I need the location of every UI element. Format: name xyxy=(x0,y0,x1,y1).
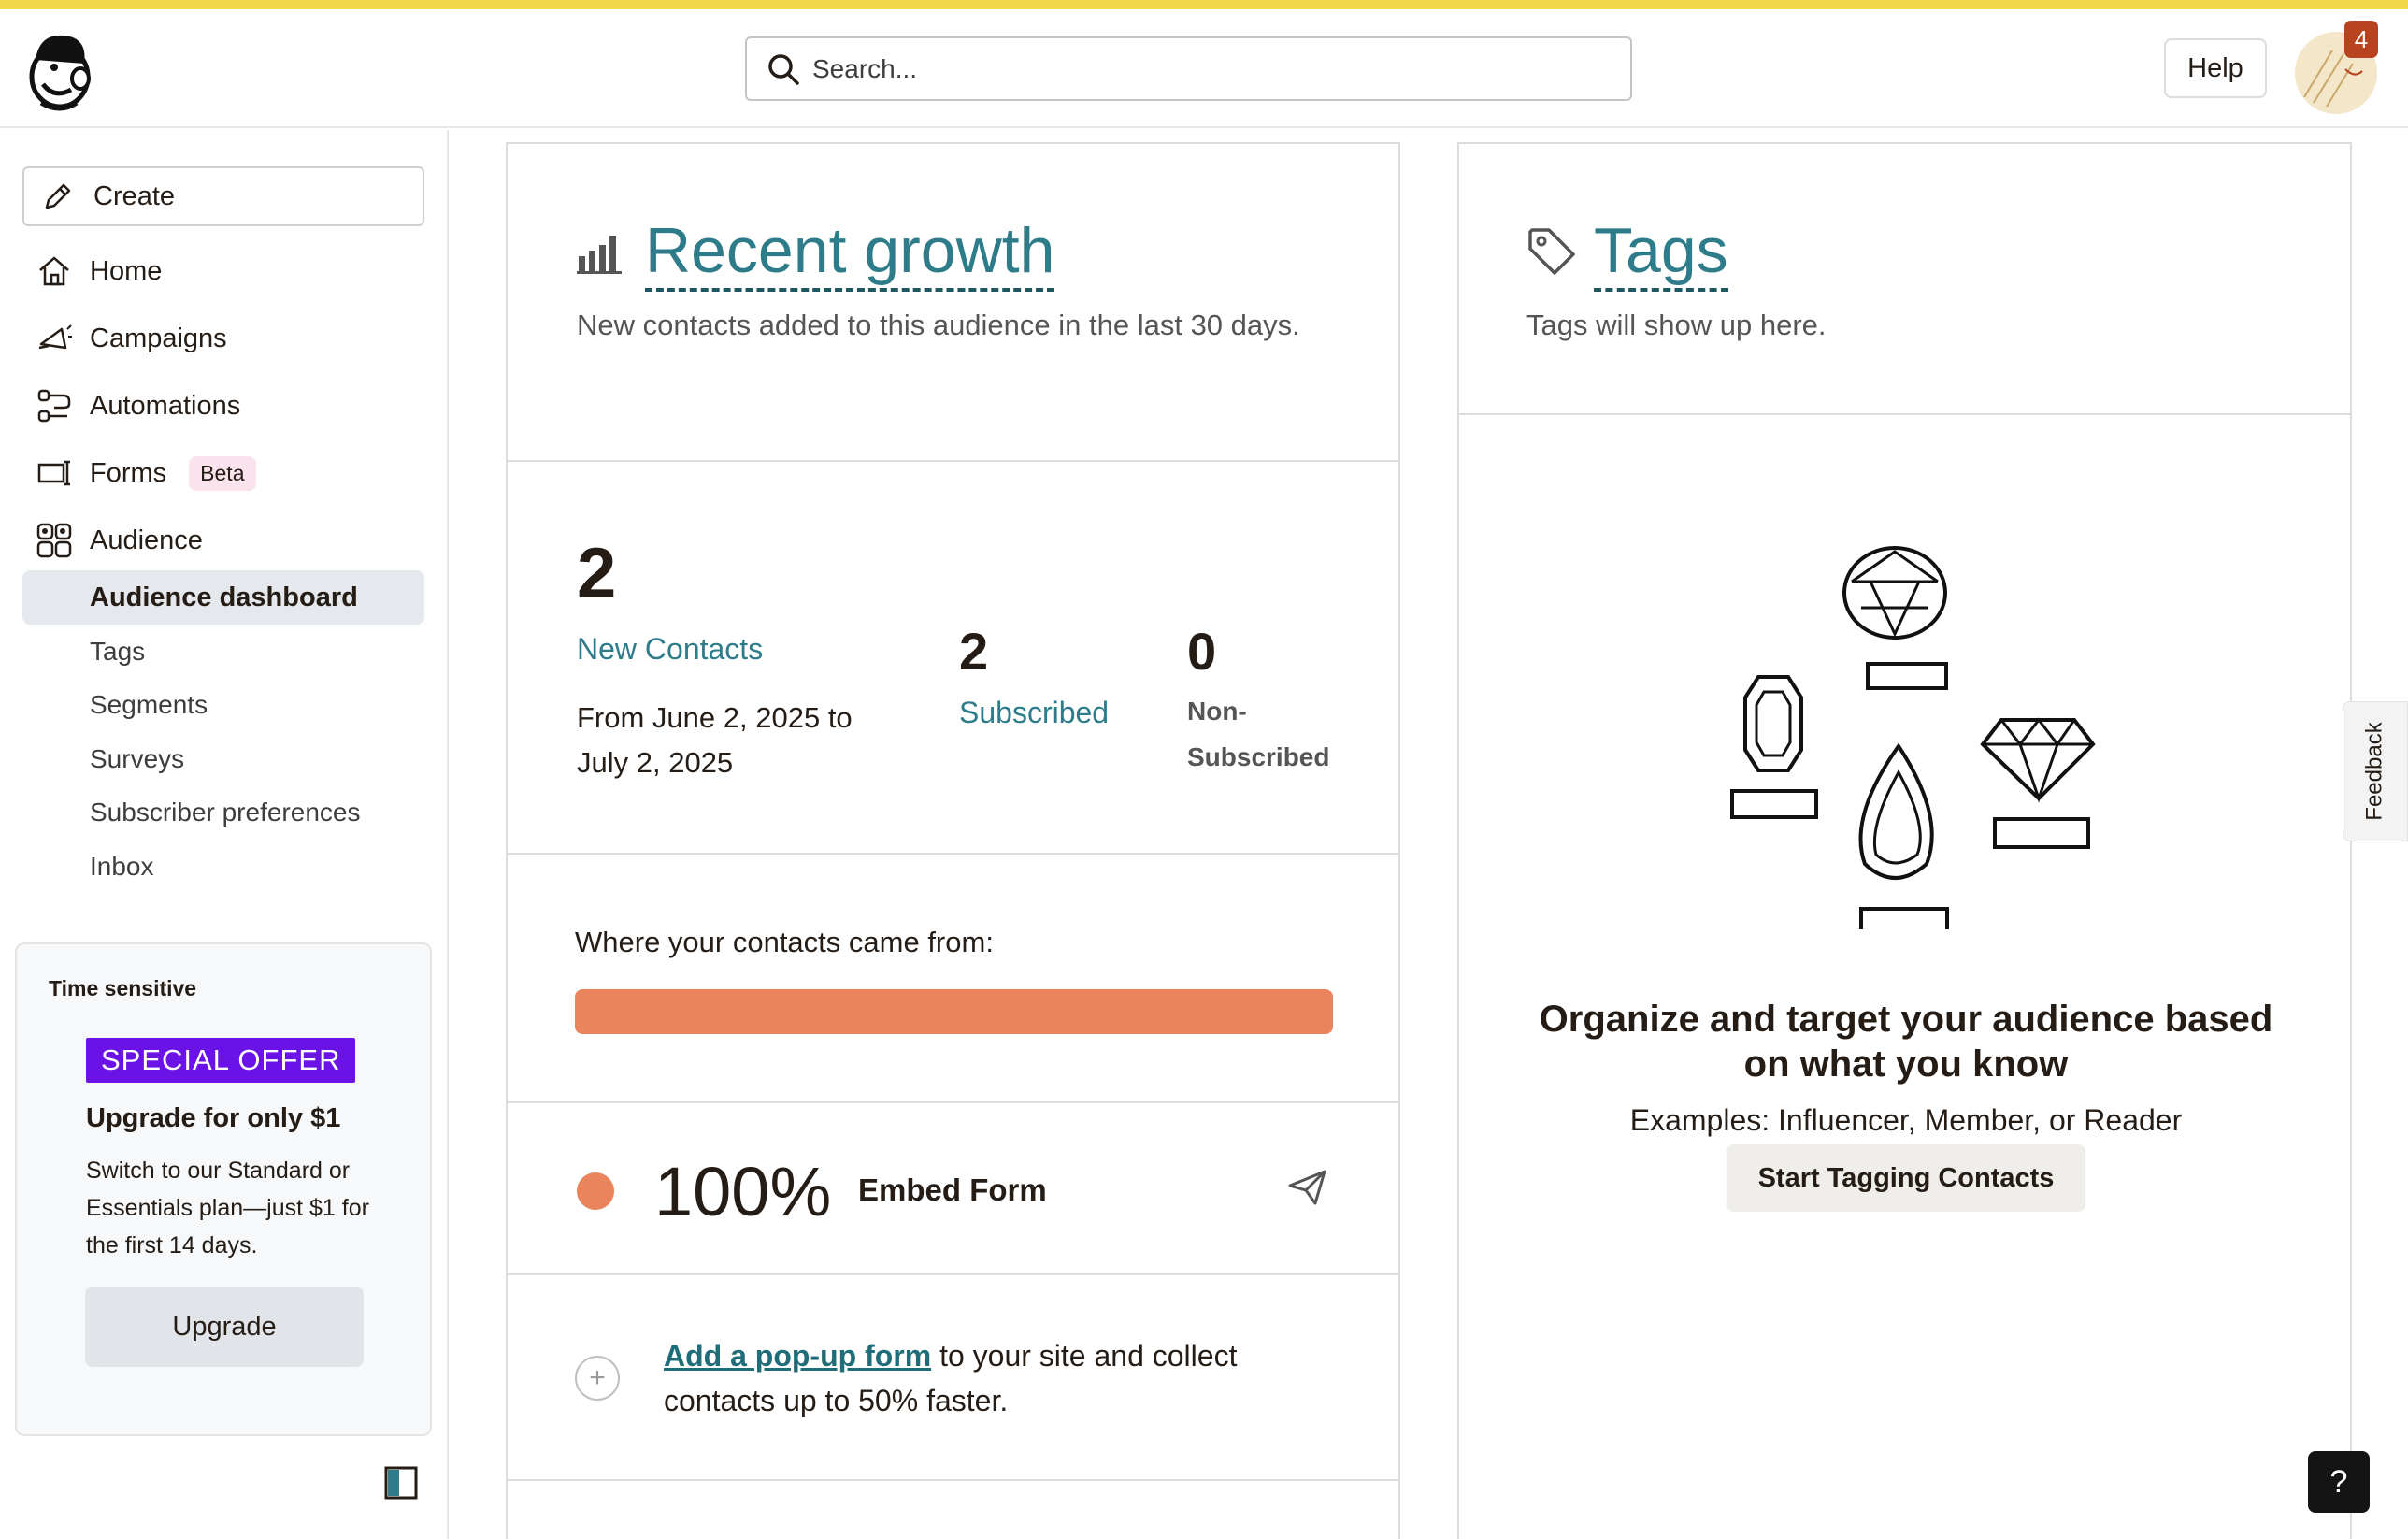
tags-subtitle: Tags will show up here. xyxy=(1526,309,1827,341)
sidebar-subitem-tags[interactable]: Tags xyxy=(90,628,145,675)
tag-icon xyxy=(1528,228,1575,275)
recent-growth-card: Recent growth New contacts added to this… xyxy=(506,142,1400,1539)
help-fab-button[interactable]: ? xyxy=(2308,1451,2370,1513)
beta-badge: Beta xyxy=(189,455,256,491)
top-accent-line xyxy=(0,0,2408,9)
send-icon[interactable] xyxy=(1287,1169,1328,1206)
create-button[interactable]: Create xyxy=(22,166,424,226)
tags-empty-heading: Organize and target your audience based … xyxy=(1539,999,2273,1085)
recent-growth-subtitle: New contacts added to this audience in t… xyxy=(577,309,1300,341)
offer-headline: Upgrade for only $1 xyxy=(86,1103,341,1133)
contact-source-bar xyxy=(575,989,1333,1034)
date-range: From June 2, 2025 to July 2, 2025 xyxy=(577,701,853,779)
sidebar-subitem-audience-dashboard[interactable]: Audience dashboard xyxy=(22,570,424,625)
sidebar-item-campaigns[interactable]: Campaigns xyxy=(36,312,428,365)
new-contacts-label[interactable]: New Contacts xyxy=(577,632,763,667)
bar-chart-icon xyxy=(577,236,622,274)
divider xyxy=(1459,413,2350,415)
search-icon xyxy=(768,53,799,85)
add-popup-form-link[interactable]: Add a pop-up form xyxy=(664,1339,931,1373)
forms-icon xyxy=(37,460,70,486)
source-percent: 100% xyxy=(654,1153,832,1230)
nonsubscribed-count: 0 xyxy=(1187,622,1217,681)
sidebar-subitem-segments[interactable]: Segments xyxy=(90,682,208,728)
mailchimp-logo-icon[interactable] xyxy=(22,30,97,112)
divider xyxy=(508,853,1398,855)
tags-title[interactable]: Tags xyxy=(1594,215,1728,292)
notification-badge[interactable]: 4 xyxy=(2344,21,2378,58)
sidebar-item-label: Forms xyxy=(90,457,167,488)
sidebar: Create Home Campaigns Automations Forms … xyxy=(0,130,449,1539)
contact-sources-label: Where your contacts came from: xyxy=(575,926,994,958)
sidebar-item-audience[interactable]: Audience xyxy=(36,514,428,567)
sidebar-item-label: Audience xyxy=(90,525,203,555)
search-input[interactable] xyxy=(812,53,1616,84)
subscribed-count: 2 xyxy=(959,622,989,681)
sidebar-subitem-subscriber-preferences[interactable]: Subscriber preferences xyxy=(90,789,360,836)
special-offer-badge: SPECIAL OFFER xyxy=(86,1038,356,1083)
subscribed-label[interactable]: Subscribed xyxy=(959,696,1109,730)
sidebar-item-label: Campaigns xyxy=(90,323,227,353)
sidebar-subitem-inbox[interactable]: Inbox xyxy=(90,843,154,890)
divider xyxy=(508,1273,1398,1275)
source-color-dot xyxy=(577,1172,614,1210)
special-offer-panel: Time sensitive SPECIAL OFFER Upgrade for… xyxy=(15,942,432,1436)
gems-illustration-icon xyxy=(1730,546,2096,929)
divider xyxy=(508,1101,1398,1103)
feedback-tab[interactable]: Feedback xyxy=(2343,701,2408,841)
help-button[interactable]: Help xyxy=(2164,38,2267,98)
source-name: Embed Form xyxy=(858,1172,1047,1207)
audience-icon xyxy=(36,523,72,558)
collapse-sidebar-icon[interactable] xyxy=(384,1466,418,1500)
sidebar-item-label: Home xyxy=(90,255,163,286)
sidebar-item-forms[interactable]: Forms Beta xyxy=(36,447,428,499)
contact-source-bar-fill xyxy=(575,989,1333,1034)
home-icon xyxy=(39,256,69,286)
automations-icon xyxy=(37,389,71,423)
search-box[interactable] xyxy=(745,36,1632,101)
page: Help 4 Create Home xyxy=(0,0,2408,1539)
recent-growth-title[interactable]: Recent growth xyxy=(645,215,1055,292)
megaphone-icon xyxy=(38,324,72,350)
sidebar-item-automations[interactable]: Automations xyxy=(36,380,428,432)
nonsubscribed-label: Non-Subscribed xyxy=(1187,697,1330,771)
sidebar-item-label: Automations xyxy=(90,390,241,421)
new-contacts-count: 2 xyxy=(577,534,617,613)
tags-card: Tags Tags will show up here. Organize an… xyxy=(1457,142,2352,1539)
sidebar-subitem-surveys[interactable]: Surveys xyxy=(90,736,184,783)
popup-form-tip: Add a pop-up form to your site and colle… xyxy=(664,1333,1337,1423)
sidebar-item-home[interactable]: Home xyxy=(36,245,428,297)
upgrade-button[interactable]: Upgrade xyxy=(85,1287,364,1367)
add-icon[interactable]: + xyxy=(575,1356,620,1401)
time-sensitive-label: Time sensitive xyxy=(49,976,197,1000)
top-bar: Help 4 xyxy=(0,9,2408,128)
offer-description: Switch to our Standard or Essentials pla… xyxy=(86,1158,369,1259)
feedback-label: Feedback xyxy=(2362,722,2387,821)
start-tagging-contacts-button[interactable]: Start Tagging Contacts xyxy=(1727,1144,2086,1212)
divider xyxy=(508,1479,1398,1481)
create-label: Create xyxy=(93,180,176,211)
pencil-icon xyxy=(45,183,71,209)
tags-examples: Examples: Influencer, Member, or Reader xyxy=(1629,1103,2183,1137)
divider xyxy=(508,460,1398,462)
